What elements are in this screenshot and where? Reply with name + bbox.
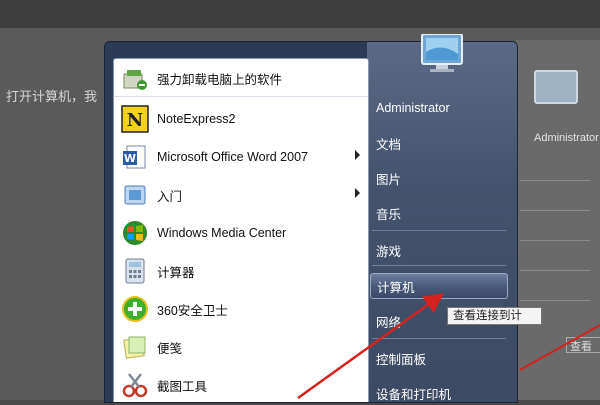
getting-started-icon bbox=[120, 180, 150, 210]
svg-text:N: N bbox=[127, 110, 143, 131]
background-view-button: 查看 bbox=[566, 337, 600, 353]
start-item-music[interactable]: 音乐 bbox=[370, 201, 508, 225]
submenu-arrow-icon bbox=[355, 150, 360, 160]
svg-text:W: W bbox=[124, 152, 136, 165]
program-label: 截图工具 bbox=[157, 379, 208, 394]
program-item-word-2007[interactable]: W Microsoft Office Word 2007 bbox=[114, 139, 368, 175]
background-article-text: 打开计算机，我 bbox=[6, 89, 98, 104]
program-label: 360安全卫士 bbox=[157, 303, 228, 318]
program-label: Microsoft Office Word 2007 bbox=[157, 150, 308, 164]
program-item-noteexpress[interactable]: N NoteExpress2 bbox=[114, 101, 368, 137]
start-item-control-panel[interactable]: 控制面板 bbox=[370, 346, 508, 370]
start-item-games[interactable]: 游戏 bbox=[370, 238, 508, 262]
right-pane-separator bbox=[372, 230, 506, 231]
calculator-icon bbox=[120, 256, 150, 286]
360-safe-icon bbox=[120, 294, 150, 324]
program-item-getting-started[interactable]: 入门 bbox=[114, 177, 368, 213]
start-item-user-folder[interactable]: Administrator bbox=[370, 96, 508, 120]
start-item-pictures[interactable]: 图片 bbox=[370, 166, 508, 190]
right-pane-separator bbox=[372, 265, 506, 266]
program-item-sticky-notes[interactable]: 便笺 bbox=[114, 329, 368, 365]
program-item-360-safe[interactable]: 360安全卫士 bbox=[114, 291, 368, 327]
background-user-name: Administrator bbox=[534, 132, 599, 144]
program-item-media-center[interactable]: Windows Media Center bbox=[114, 215, 368, 251]
start-item-documents[interactable]: 文档 bbox=[370, 131, 508, 155]
user-picture-icon[interactable] bbox=[414, 33, 470, 74]
submenu-arrow-icon bbox=[355, 188, 360, 198]
background-toolbar bbox=[0, 0, 600, 28]
program-label: NoteExpress2 bbox=[157, 112, 236, 126]
program-item-uninstaller[interactable]: 强力卸载电脑上的软件 bbox=[114, 61, 368, 97]
program-label: 入门 bbox=[157, 189, 183, 204]
sticky-notes-icon bbox=[120, 332, 150, 362]
uninstall-icon bbox=[120, 64, 150, 94]
right-pane-separator bbox=[372, 338, 506, 339]
program-item-snipping-tool[interactable]: 截图工具 bbox=[114, 367, 368, 402]
noteexpress-icon: N bbox=[120, 104, 150, 134]
start-item-devices-printers[interactable]: 设备和打印机 bbox=[370, 381, 508, 405]
word-icon: W bbox=[120, 142, 150, 172]
computer-tooltip: 查看连接到计 bbox=[447, 307, 542, 325]
background-monitor-icon bbox=[534, 70, 578, 104]
start-menu-programs-list: 强力卸载电脑上的软件 N NoteExpress2 W Microsoft Of… bbox=[113, 58, 369, 402]
media-center-icon bbox=[120, 218, 150, 248]
program-item-calculator[interactable]: 计算器 bbox=[114, 253, 368, 289]
program-label: 计算器 bbox=[157, 265, 195, 280]
snipping-tool-icon bbox=[120, 370, 150, 400]
program-label: 强力卸载电脑上的软件 bbox=[157, 73, 283, 87]
program-label: Windows Media Center bbox=[157, 226, 287, 240]
program-label: 便笺 bbox=[157, 341, 183, 356]
start-item-computer[interactable]: 计算机 bbox=[370, 273, 508, 299]
